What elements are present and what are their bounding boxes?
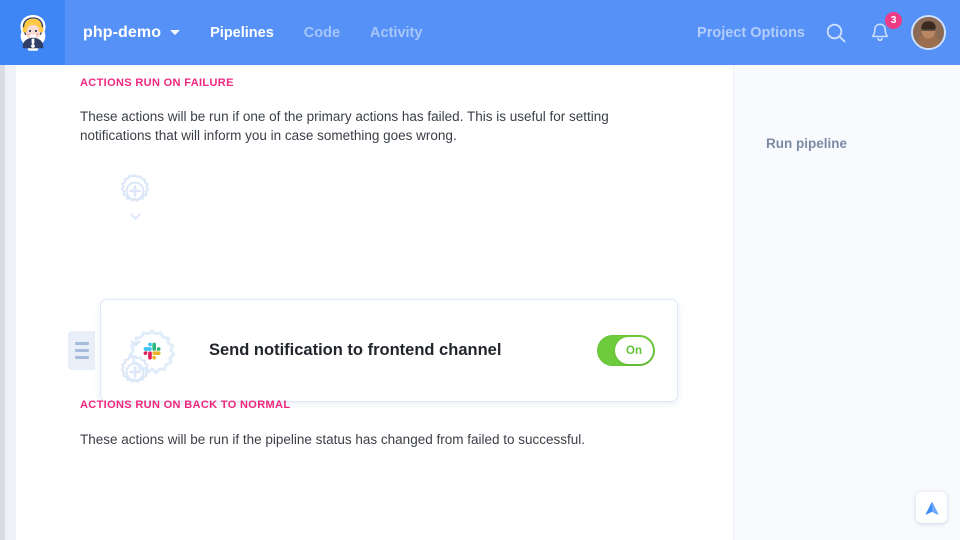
search-icon xyxy=(826,23,846,42)
app-window: php-demo Pipelines Code Activity Project… xyxy=(0,0,960,540)
scroll-to-top-button[interactable] xyxy=(916,492,947,523)
action-card-title: Send notification to frontend channel xyxy=(209,341,502,359)
gear-plus-icon xyxy=(116,172,154,210)
action-card-send-notification[interactable]: Send notification to frontend channel On xyxy=(100,299,678,402)
project-name: php-demo xyxy=(83,23,162,41)
nav-link-pipelines[interactable]: Pipelines xyxy=(210,25,274,41)
app-logo-button[interactable] xyxy=(0,0,65,65)
arrow-up-icon xyxy=(925,501,938,515)
section-description-back-to-normal: These actions will be run if the pipelin… xyxy=(80,432,586,447)
section-title-actions-on-failure: ACTIONS RUN ON FAILURE xyxy=(80,77,234,89)
buddy-mascot-logo-icon xyxy=(13,13,53,53)
toggle-state-label: On xyxy=(626,344,642,357)
drag-handle[interactable] xyxy=(68,331,95,370)
section-description-actions-on-failure: These actions will be run if one of the … xyxy=(80,109,609,143)
section-title-back-to-normal: ACTIONS RUN ON BACK TO NORMAL xyxy=(80,399,291,411)
page-body: ACTIONS RUN ON FAILURE These actions wil… xyxy=(0,65,960,540)
nav-link-activity[interactable]: Activity xyxy=(370,25,422,41)
action-enabled-toggle[interactable]: On xyxy=(597,335,655,366)
pipeline-actions-panel: ACTIONS RUN ON FAILURE These actions wil… xyxy=(16,65,733,540)
chevron-down-icon xyxy=(170,30,181,35)
drag-handle-line xyxy=(74,349,89,352)
search-button[interactable] xyxy=(823,20,849,46)
chevron-down-icon xyxy=(129,340,141,347)
project-options-link[interactable]: Project Options xyxy=(697,25,805,41)
toggle-knob: On xyxy=(615,337,653,364)
notifications-button[interactable]: 3 xyxy=(867,11,902,46)
chevron-down-icon xyxy=(129,213,141,220)
project-switcher[interactable]: php-demo xyxy=(83,23,181,42)
add-action-slot-top[interactable] xyxy=(116,172,154,223)
drag-handle-line xyxy=(74,342,89,345)
nav-link-code[interactable]: Code xyxy=(304,25,340,41)
notification-count-badge: 3 xyxy=(885,11,902,29)
avatar[interactable] xyxy=(911,15,946,50)
run-pipeline-button[interactable]: Run pipeline xyxy=(766,136,847,151)
secondary-navigation: Project Options 3 xyxy=(697,0,960,65)
gear-plus-icon xyxy=(116,353,154,391)
primary-navigation: php-demo Pipelines Code Activity xyxy=(65,0,697,65)
add-action-slot-bottom[interactable] xyxy=(116,337,154,391)
right-sidebar: Run pipeline xyxy=(733,65,960,540)
drag-handle-line xyxy=(74,356,89,359)
left-gutter xyxy=(5,65,16,540)
top-navigation-bar: php-demo Pipelines Code Activity Project… xyxy=(0,0,960,65)
